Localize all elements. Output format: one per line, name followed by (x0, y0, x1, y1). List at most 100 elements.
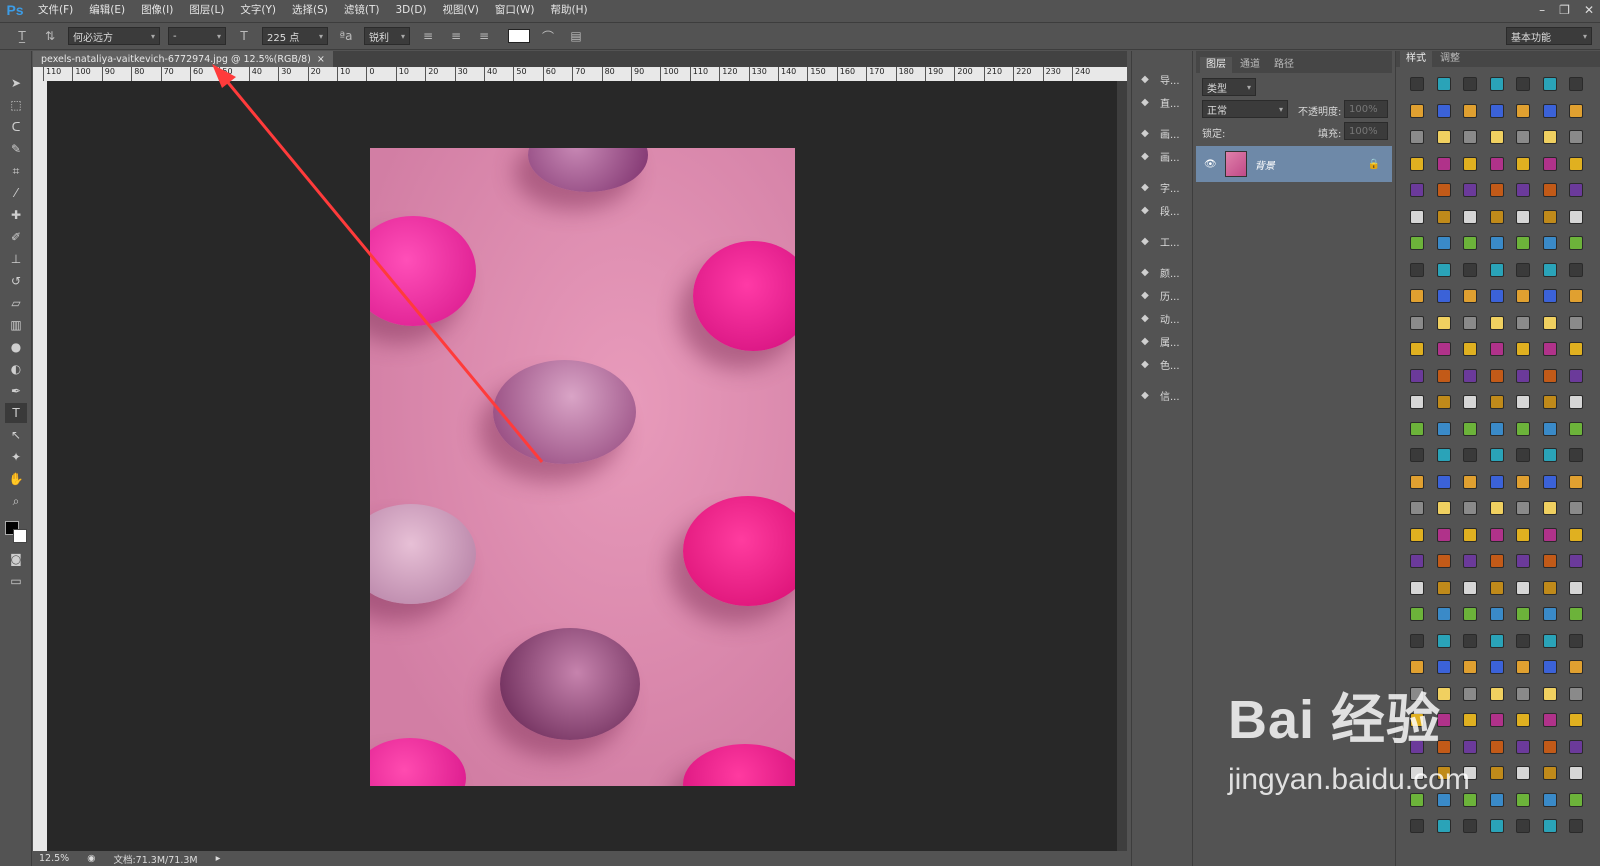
style-swatch[interactable] (1542, 501, 1557, 515)
panel-button[interactable]: ◆ 工... (1138, 231, 1188, 251)
style-swatch[interactable] (1463, 130, 1477, 144)
style-swatch[interactable] (1569, 421, 1583, 436)
style-swatch[interactable] (1516, 474, 1530, 489)
style-swatch[interactable] (1436, 262, 1451, 277)
style-swatch[interactable] (1436, 342, 1451, 356)
style-swatch[interactable] (1489, 315, 1504, 330)
style-swatch[interactable] (1436, 368, 1451, 383)
style-swatch[interactable] (1489, 554, 1504, 568)
style-swatch[interactable] (1410, 236, 1424, 250)
style-swatch[interactable] (1463, 660, 1477, 674)
status-icon[interactable]: ◉ (87, 853, 95, 864)
style-swatch[interactable] (1516, 527, 1530, 542)
panel-button[interactable]: ◆ 色... (1138, 354, 1188, 374)
style-swatch[interactable] (1516, 236, 1530, 250)
style-swatch[interactable] (1516, 77, 1530, 91)
style-swatch[interactable] (1542, 315, 1557, 330)
style-swatch[interactable] (1516, 501, 1530, 515)
style-swatch[interactable] (1410, 474, 1424, 489)
style-swatch[interactable] (1489, 448, 1504, 462)
panel-button[interactable]: ◆ 历... (1138, 285, 1188, 305)
opacity-input[interactable]: 100% (1344, 100, 1388, 118)
style-swatch[interactable] (1489, 262, 1504, 277)
style-swatch[interactable] (1542, 262, 1557, 277)
style-swatch[interactable] (1410, 660, 1424, 674)
style-swatch[interactable] (1463, 315, 1477, 330)
style-swatch[interactable] (1436, 209, 1451, 224)
style-swatch[interactable] (1489, 421, 1504, 436)
style-swatch[interactable] (1569, 368, 1583, 383)
style-swatch[interactable] (1542, 209, 1557, 224)
style-swatch[interactable] (1489, 660, 1504, 674)
style-swatch[interactable] (1463, 236, 1477, 250)
style-swatch[interactable] (1410, 421, 1424, 436)
style-swatch[interactable] (1542, 395, 1557, 409)
style-swatch[interactable] (1410, 262, 1424, 277)
tab-adjustments[interactable]: 调整 (1434, 51, 1466, 67)
style-swatch[interactable] (1516, 660, 1530, 674)
style-swatch[interactable] (1569, 660, 1583, 674)
style-swatch[interactable] (1542, 77, 1557, 91)
style-swatch[interactable] (1542, 156, 1557, 171)
style-swatch[interactable] (1410, 209, 1424, 224)
style-swatch[interactable] (1463, 580, 1477, 595)
panel-button[interactable]: ◆ 属... (1138, 331, 1188, 351)
style-swatch[interactable] (1463, 501, 1477, 515)
style-swatch[interactable] (1463, 342, 1477, 356)
style-swatch[interactable] (1516, 315, 1530, 330)
style-swatch[interactable] (1516, 342, 1530, 356)
status-menu-arrow-icon[interactable]: ▸ (216, 853, 221, 864)
style-swatch[interactable] (1410, 77, 1424, 91)
style-swatch[interactable] (1542, 236, 1557, 250)
style-swatch[interactable] (1436, 236, 1451, 250)
style-swatch[interactable] (1569, 580, 1583, 595)
style-swatch[interactable] (1489, 77, 1504, 91)
style-swatch[interactable] (1410, 395, 1424, 409)
style-swatch[interactable] (1489, 183, 1504, 197)
style-swatch[interactable] (1489, 395, 1504, 409)
tab-styles[interactable]: 样式 (1400, 51, 1432, 67)
tab-paths[interactable]: 路径 (1268, 57, 1300, 73)
style-swatch[interactable] (1542, 474, 1557, 489)
style-swatch[interactable] (1542, 368, 1557, 383)
style-swatch[interactable] (1569, 156, 1583, 171)
panel-button[interactable]: ◆ 信... (1138, 385, 1188, 405)
panel-button[interactable]: ◆ 导... (1138, 69, 1188, 89)
style-swatch[interactable] (1542, 660, 1557, 674)
blend-mode-select[interactable]: 正常 ▾ (1202, 100, 1288, 118)
style-swatch[interactable] (1410, 156, 1424, 171)
style-swatch[interactable] (1516, 183, 1530, 197)
layer-row[interactable]: 👁 背景 🔒 (1196, 146, 1392, 182)
tab-channels[interactable]: 通道 (1234, 57, 1266, 73)
style-swatch[interactable] (1436, 660, 1451, 674)
style-swatch[interactable] (1489, 474, 1504, 489)
style-swatch[interactable] (1542, 342, 1557, 356)
style-swatch[interactable] (1516, 368, 1530, 383)
style-swatch[interactable] (1436, 183, 1451, 197)
style-swatch[interactable] (1410, 315, 1424, 330)
style-swatch[interactable] (1542, 633, 1557, 648)
style-swatch[interactable] (1489, 527, 1504, 542)
style-swatch[interactable] (1569, 262, 1583, 277)
style-swatch[interactable] (1516, 103, 1530, 118)
style-swatch[interactable] (1516, 580, 1530, 595)
fill-input[interactable]: 100% (1344, 122, 1388, 140)
style-swatch[interactable] (1436, 474, 1451, 489)
style-swatch[interactable] (1569, 315, 1583, 330)
style-swatch[interactable] (1569, 103, 1583, 118)
style-swatch[interactable] (1489, 501, 1504, 515)
panel-button[interactable]: ◆ 段... (1138, 200, 1188, 220)
style-swatch[interactable] (1489, 156, 1504, 171)
style-swatch[interactable] (1463, 103, 1477, 118)
style-swatch[interactable] (1410, 580, 1424, 595)
style-swatch[interactable] (1569, 474, 1583, 489)
style-swatch[interactable] (1463, 368, 1477, 383)
style-swatch[interactable] (1542, 554, 1557, 568)
panel-button[interactable]: ◆ 字... (1138, 177, 1188, 197)
style-swatch[interactable] (1436, 633, 1451, 648)
panel-button[interactable]: ◆ 直... (1138, 92, 1188, 112)
style-swatch[interactable] (1542, 103, 1557, 118)
style-swatch[interactable] (1463, 156, 1477, 171)
style-swatch[interactable] (1489, 289, 1504, 303)
style-swatch[interactable] (1436, 77, 1451, 91)
